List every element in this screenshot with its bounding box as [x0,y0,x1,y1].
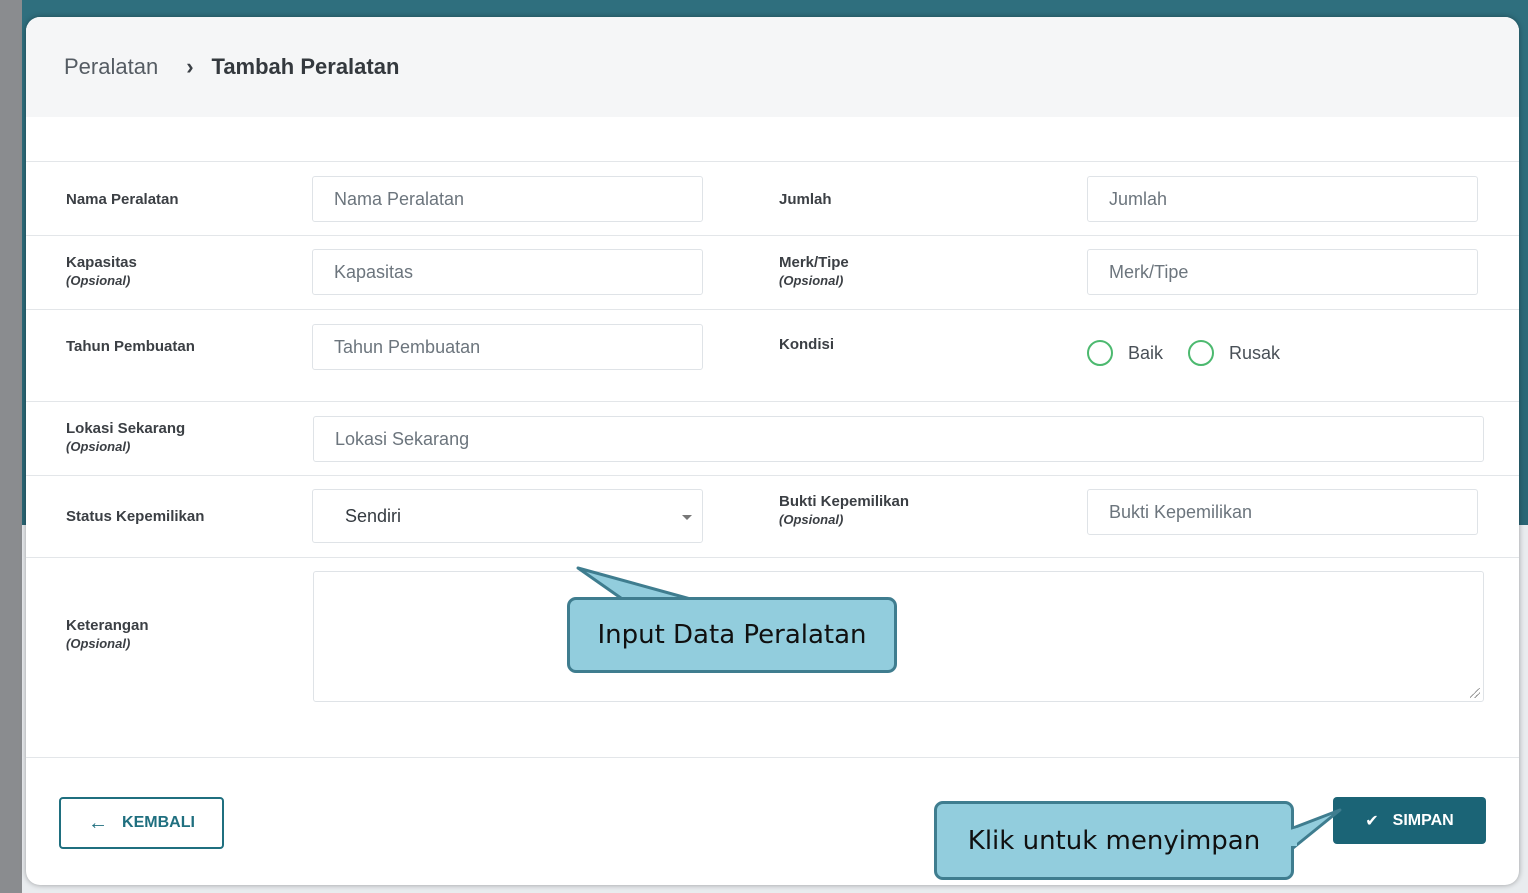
form-card: Peralatan › Tambah Peralatan Nama Perala… [26,17,1519,885]
kapasitas-label-text: Kapasitas [66,254,137,271]
page-title: Tambah Peralatan [211,54,400,79]
merk-tipe-label: Merk/Tipe (Opsional) [779,254,849,288]
form-row-kapasitas-merk: Kapasitas (Opsional) Merk/Tipe (Opsional… [26,235,1519,309]
kondisi-baik-label[interactable]: Baik [1128,343,1163,364]
bukti-kepemilikan-label-text: Bukti Kepemilikan [779,493,910,510]
save-button-label: SIMPAN [1392,811,1454,829]
status-kepemilikan-select[interactable]: Sendiri [312,489,703,543]
keterangan-label: Keterangan (Opsional) [66,617,149,651]
lokasi-sekarang-label: Lokasi Sekarang (Opsional) [66,420,185,454]
callout-save-hint-text: Klik untuk menyimpan [967,825,1261,856]
nama-peralatan-input[interactable] [312,176,703,222]
jumlah-label: Jumlah [779,191,832,208]
merk-tipe-label-text: Merk/Tipe [779,254,849,271]
merk-tipe-input[interactable] [1087,249,1478,295]
nama-peralatan-label: Nama Peralatan [66,191,179,208]
callout-input-data: Input Data Peralatan [567,597,897,673]
save-button[interactable]: ✔ SIMPAN [1333,797,1486,844]
arrow-left-icon: ← [88,811,109,834]
status-kepemilikan-label: Status Kepemilikan [66,508,205,525]
bukti-kepemilikan-input[interactable] [1087,489,1478,535]
kapasitas-label: Kapasitas (Opsional) [66,254,137,288]
lokasi-sekarang-optional-note: (Opsional) [66,439,131,454]
footer-divider [26,757,1519,758]
form-row-nama-jumlah: Nama Peralatan Jumlah [26,161,1519,235]
form-row-lokasi: Lokasi Sekarang (Opsional) [26,401,1519,475]
status-kepemilikan-value: Sendiri [345,505,402,526]
bukti-kepemilikan-label: Bukti Kepemilikan (Opsional) [779,493,909,527]
keterangan-textarea[interactable] [313,571,1484,702]
back-button[interactable]: ← KEMBALI [59,797,224,849]
resize-grip-icon[interactable] [1470,688,1480,698]
breadcrumb: Peralatan › Tambah Peralatan [26,17,1519,117]
tahun-pembuatan-label: Tahun Pembuatan [66,338,195,355]
kapasitas-input[interactable] [312,249,703,295]
kondisi-label: Kondisi [779,336,834,353]
merk-tipe-optional-note: (Opsional) [779,273,844,288]
keterangan-optional-note: (Opsional) [66,636,131,651]
kondisi-rusak-radio[interactable] [1188,340,1215,366]
lokasi-sekarang-input[interactable] [313,416,1484,462]
callout-save-hint: Klik untuk menyimpan [934,801,1294,880]
jumlah-input[interactable] [1087,176,1478,222]
bukti-kepemilikan-optional-note: (Opsional) [779,512,844,527]
check-icon: ✔ [1365,812,1379,830]
back-button-label: KEMBALI [122,814,195,831]
caret-down-icon [682,515,692,520]
breadcrumb-parent-link[interactable]: Peralatan [64,54,158,80]
form-row-tahun-kondisi: Tahun Pembuatan Kondisi Baik Rusak [26,309,1519,401]
form-row-status-bukti: Status Kepemilikan Sendiri Bukti Kepemil… [26,475,1519,557]
breadcrumb-chevron-icon: › [186,54,194,79]
callout-input-data-text: Input Data Peralatan [597,620,867,650]
kapasitas-optional-note: (Opsional) [66,273,131,288]
lokasi-sekarang-label-text: Lokasi Sekarang [66,420,186,437]
kondisi-baik-radio[interactable] [1087,340,1113,366]
kondisi-radio-group: Baik Rusak [1087,340,1305,366]
tahun-pembuatan-input[interactable] [312,324,703,370]
kondisi-rusak-label[interactable]: Rusak [1229,343,1280,364]
window-edge [0,0,22,893]
keterangan-label-text: Keterangan [66,617,149,634]
